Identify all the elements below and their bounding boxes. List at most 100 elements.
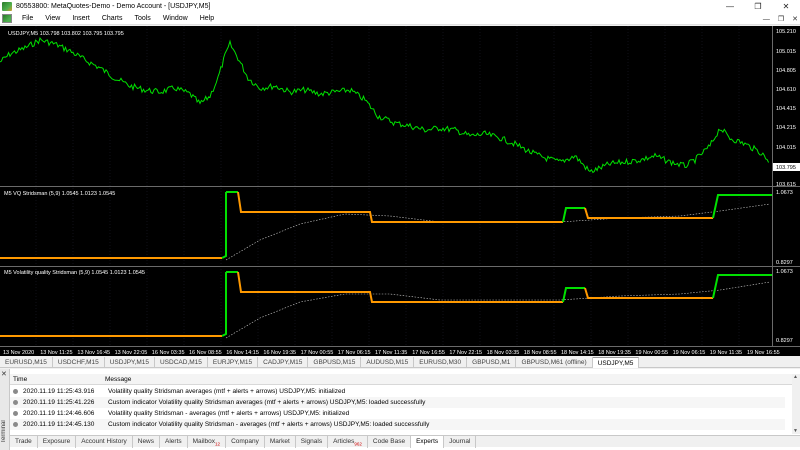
chart-tab-cadjpy-m15[interactable]: CADJPY,M15	[258, 357, 309, 368]
chart-tab-gbpusd-m15[interactable]: GBPUSD,M15	[308, 357, 362, 368]
terminal-tab-news[interactable]: News	[133, 436, 161, 448]
time-label: 17 Nov 11:35	[375, 350, 407, 356]
chart-tab-audusd-m15[interactable]: AUDUSD,M15	[361, 357, 415, 368]
chart-minimize-icon[interactable]: —	[763, 16, 770, 23]
close-icon[interactable]: ✕	[772, 0, 800, 13]
time-label: 17 Nov 06:15	[338, 350, 371, 356]
log-message: Custom indicator Volatility quality Stri…	[108, 421, 430, 428]
minimize-icon[interactable]: —	[716, 0, 744, 13]
terminal-tab-market[interactable]: Market	[265, 436, 296, 448]
chart-canvas[interactable]: USDJPY,M5 103.798 103.802 103.795 103.79…	[0, 26, 800, 356]
chart-restore-icon[interactable]: ❐	[778, 15, 784, 23]
chart-window-icon[interactable]	[2, 14, 12, 23]
terminal-tab-signals[interactable]: Signals	[296, 436, 329, 448]
log-row[interactable]: 2020.11.19 11:25:41.226 Custom indicator…	[10, 397, 785, 408]
chart-tab-gbpusd-m61-offline[interactable]: GBPUSD,M61 (offline)	[516, 357, 593, 368]
menu-help[interactable]: Help	[194, 15, 220, 22]
terminal-tab-account-history[interactable]: Account History	[76, 436, 133, 448]
terminal-panel: ✕ Terminal Time Message 2020.11.19 11:25…	[0, 369, 800, 450]
chart-tab-usdchf-m15[interactable]: USDCHF,M15	[53, 357, 105, 368]
price-level: 104.215	[776, 125, 796, 131]
time-label: 17 Nov 22:15	[449, 350, 482, 356]
time-label: 17 Nov 00:55	[301, 350, 334, 356]
tab-label: Experts	[416, 438, 439, 445]
log-time: 2020.11.19 11:25:43.916	[23, 388, 95, 395]
terminal-tab-company[interactable]: Company	[226, 436, 265, 448]
indicator-2-level: 0.8297	[776, 338, 793, 344]
terminal-tab-articles[interactable]: Articles962	[328, 436, 368, 448]
price-level: 104.015	[776, 145, 796, 151]
time-label: 19 Nov 06:15	[673, 350, 706, 356]
time-label: 19 Nov 16:55	[747, 350, 780, 356]
log-row[interactable]: 2020.11.19 11:24:45.130 Custom indicator…	[10, 419, 785, 430]
scroll-down-icon[interactable]: ▼	[793, 428, 798, 434]
chart-tab-usdjpy-m15[interactable]: USDJPY,M15	[105, 357, 155, 368]
time-label: 13 Nov 22:05	[115, 350, 148, 356]
app-logo-icon	[2, 2, 12, 11]
log-row[interactable]: 2020.11.19 11:25:43.916 Volatility quali…	[10, 386, 785, 397]
chart-close-icon[interactable]: ✕	[792, 15, 798, 23]
time-label: 19 Nov 00:55	[635, 350, 668, 356]
tab-label: Company	[231, 438, 259, 445]
terminal-column-headers: Time Message	[10, 374, 792, 385]
chart-tab-eurusd-m30[interactable]: EURUSD,M30	[414, 357, 468, 368]
terminal-sidebar: ✕ Terminal	[0, 369, 10, 450]
terminal-tab-exposure[interactable]: Exposure	[38, 436, 77, 448]
scroll-up-icon[interactable]: ▲	[793, 374, 798, 380]
terminal-tab-journal[interactable]: Journal	[444, 436, 477, 448]
menu-tools[interactable]: Tools	[128, 15, 156, 22]
indicator-2-level: 1.0673	[776, 269, 793, 275]
info-icon	[13, 411, 18, 416]
indicator-1-steps	[0, 191, 772, 259]
indicator-step-segment	[562, 207, 585, 223]
chart-tab-gbpusd-m1[interactable]: GBPUSD,M1	[467, 357, 517, 368]
tab-label: Alerts	[165, 438, 182, 445]
terminal-tab-alerts[interactable]: Alerts	[160, 436, 188, 448]
tab-label: Account History	[81, 438, 127, 445]
time-label: 18 Nov 14:15	[561, 350, 594, 356]
window-controls: — ❐ ✕	[716, 0, 800, 13]
column-header-message[interactable]: Message	[105, 376, 131, 383]
chart-tab-usdjpy-m5[interactable]: USDJPY,M5	[592, 357, 640, 368]
articles-count-badge: 962	[354, 441, 362, 447]
menu-view[interactable]: View	[39, 15, 66, 22]
price-series-line	[0, 37, 770, 174]
price-level: 104.610	[776, 87, 796, 93]
chart-tabs: EURUSD,M15 USDCHF,M15 USDJPY,M15 USDCAD,…	[0, 357, 800, 368]
chart-tab-eurjpy-m15[interactable]: EURJPY,M15	[208, 357, 259, 368]
tab-label: Journal	[449, 438, 471, 445]
log-time: 2020.11.19 11:25:41.226	[23, 399, 95, 406]
menu-file[interactable]: File	[16, 15, 39, 22]
time-label: 16 Nov 08:55	[189, 350, 222, 356]
terminal-scrollbar[interactable]: ▲ ▼	[792, 374, 800, 434]
menu-charts[interactable]: Charts	[96, 15, 129, 22]
terminal-tab-trade[interactable]: Trade	[10, 436, 38, 448]
terminal-tab-experts[interactable]: Experts	[411, 436, 445, 448]
indicator-step-segment	[584, 207, 713, 219]
log-time: 2020.11.19 11:24:46.606	[23, 410, 95, 417]
indicator-2-label: M5 Volatility quality Stridsman (5,9) 1.…	[4, 270, 145, 276]
price-level: 104.805	[776, 68, 796, 74]
menu-window[interactable]: Window	[157, 15, 194, 22]
time-label: 16 Nov 14:15	[226, 350, 259, 356]
chart-tab-usdcad-m15[interactable]: USDCAD,M15	[155, 357, 208, 368]
experts-log: 2020.11.19 11:25:43.916 Volatility quali…	[10, 386, 785, 430]
column-header-time[interactable]: Time	[10, 376, 105, 383]
terminal-tab-mailbox[interactable]: Mailbox12	[188, 436, 227, 448]
log-message: Custom indicator Volatility quality Stri…	[108, 399, 426, 406]
terminal-tab-code-base[interactable]: Code Base	[368, 436, 412, 448]
terminal-title: Terminal	[1, 420, 7, 443]
price-level: 105.210	[776, 29, 796, 35]
time-label: 13 Nov 2020	[3, 350, 34, 356]
indicator-step-segment	[712, 274, 772, 299]
title-bar: 80553800: MetaQuotes-Demo - Demo Account…	[0, 0, 800, 13]
menu-insert[interactable]: Insert	[66, 15, 96, 22]
indicator-step-segment	[237, 271, 563, 303]
tab-label: Mailbox	[192, 438, 216, 445]
terminal-close-icon[interactable]: ✕	[1, 370, 7, 378]
log-row[interactable]: 2020.11.19 11:24:46.606 Volatility quali…	[10, 408, 785, 419]
indicator-step-segment	[562, 287, 585, 303]
price-chart-svg[interactable]: USDJPY,M5 103.798 103.802 103.795 103.79…	[0, 26, 800, 356]
restore-icon[interactable]: ❐	[744, 0, 772, 13]
chart-tab-eurusd-m15[interactable]: EURUSD,M15	[0, 357, 53, 368]
